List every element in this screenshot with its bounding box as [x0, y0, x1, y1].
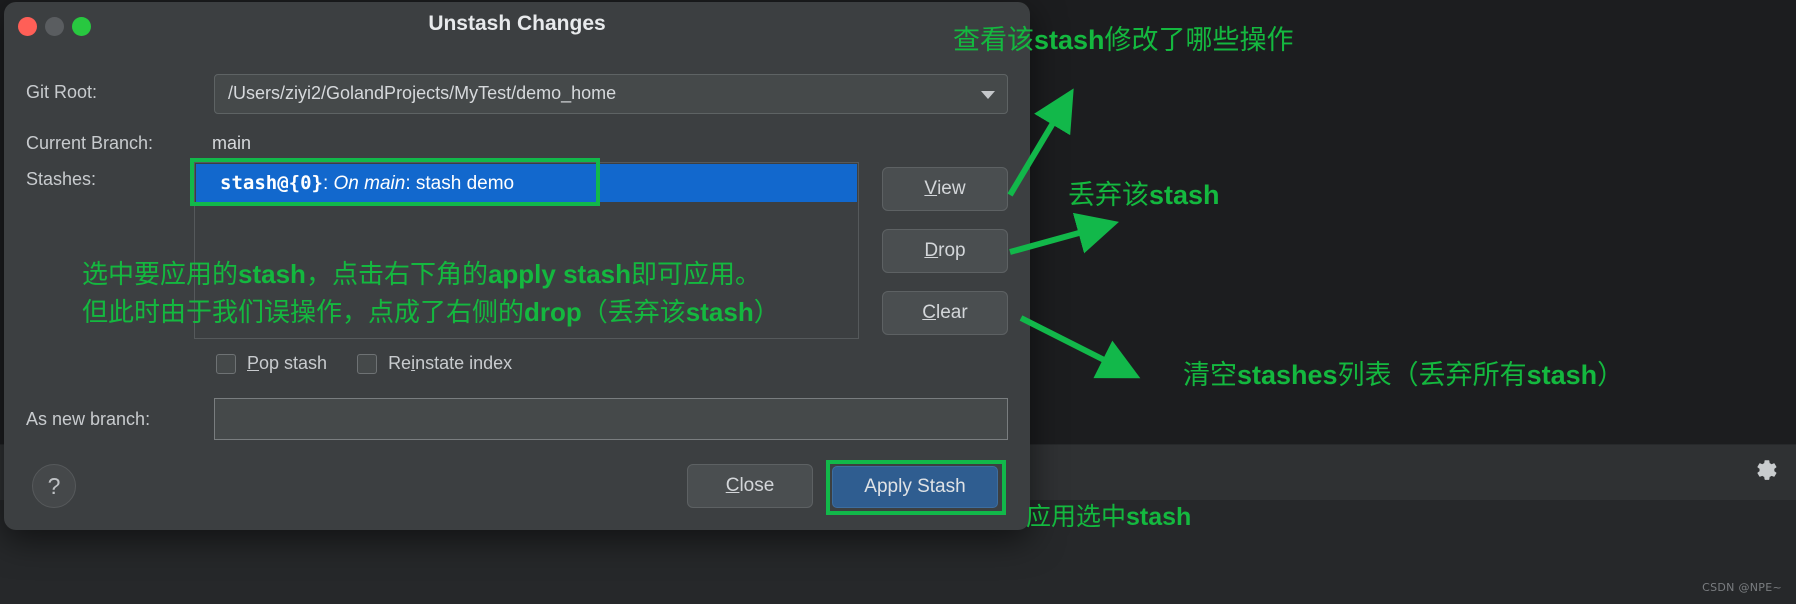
clear-button-mnemonic: C	[922, 302, 937, 323]
reinstate-index-text: nstate index	[415, 353, 513, 373]
anno-sel-1-post: 即可应用。	[631, 259, 762, 289]
checkbox-box[interactable]	[357, 353, 378, 374]
pop-stash-checkbox[interactable]: Pop stash	[216, 353, 327, 374]
anno-view-pre: 查看该	[953, 25, 1034, 55]
stash-branch: On main	[333, 172, 406, 194]
anno-apply-bold: stash	[1126, 503, 1192, 531]
annotation-view: 查看该stash修改了哪些操作	[953, 18, 1294, 57]
stashes-label: Stashes:	[26, 169, 97, 189]
dialog-title: Unstash Changes	[428, 12, 606, 35]
clear-button[interactable]: Clear	[882, 291, 1008, 335]
anno-apply-pre: 应用选中	[1026, 503, 1127, 531]
git-root-label: Git Root:	[26, 82, 98, 102]
current-branch-value: main	[212, 133, 252, 153]
pop-stash-mnemonic: P	[247, 353, 260, 373]
annotation-select-line2: 但此时由于我们误操作，点成了右侧的drop（丢弃该stash）	[82, 293, 780, 331]
git-root-value: /Users/ziyi2/GolandProjects/MyTest/demo_…	[228, 83, 617, 103]
close-button-mnemonic: C	[725, 475, 740, 496]
anno-drop-pre: 丢弃该	[1068, 180, 1149, 210]
anno-sel-2-post: ）	[753, 297, 780, 327]
stash-sep-1: :	[322, 172, 334, 194]
checkbox-box[interactable]	[216, 353, 236, 374]
stash-sep-2: :	[405, 172, 416, 194]
anno-sel-1-bold: stash	[238, 259, 306, 289]
anno-sel-2-bold: drop	[524, 297, 582, 327]
anno-clear-bold: stashes	[1237, 360, 1338, 390]
drop-button-mnemonic: D	[924, 240, 939, 261]
help-button[interactable]: ?	[32, 464, 76, 508]
reinstate-index-label: Reinstate index	[388, 353, 512, 374]
annotation-clear: 清空stashes列表（丢弃所有stash）	[1183, 353, 1624, 392]
view-button[interactable]: View	[882, 167, 1008, 211]
view-button-label: iew	[937, 178, 966, 199]
apply-stash-button[interactable]: Apply Stash	[832, 466, 998, 508]
dialog-titlebar: Unstash Changes	[4, 2, 1030, 52]
close-button-label: lose	[739, 475, 775, 496]
annotation-apply: 应用选中stash	[1026, 497, 1191, 533]
anno-view-bold: stash	[1034, 25, 1105, 55]
annotation-select-stash: 选中要应用的stash，点击右下角的apply stash即可应用。 但此时由于…	[82, 255, 780, 331]
anno-clear-bold2: stash	[1526, 360, 1598, 390]
anno-sel-2-bold2: stash	[685, 297, 754, 327]
anno-sel-1-bold2: apply stash	[487, 259, 632, 289]
pop-stash-label: Pop stash	[247, 353, 327, 374]
git-root-combobox[interactable]: /Users/ziyi2/GolandProjects/MyTest/demo_…	[214, 74, 1008, 114]
list-item[interactable]: stash@{0}: On main: stash demo	[196, 164, 857, 202]
gear-icon[interactable]	[1752, 456, 1780, 484]
annotation-drop: 丢弃该stash	[1068, 173, 1220, 212]
unstash-changes-dialog: Unstash Changes Git Root: /Users/ziyi2/G…	[4, 2, 1030, 530]
anno-sel-2-mid: （丢弃该	[581, 297, 686, 327]
current-branch-label: Current Branch:	[26, 133, 154, 153]
anno-clear-pre: 清空	[1183, 360, 1237, 390]
anno-view-post: 修改了哪些操作	[1104, 25, 1294, 55]
reinstate-index-checkbox[interactable]: Reinstate index	[357, 353, 512, 374]
stash-message: stash demo	[415, 172, 515, 194]
drop-button[interactable]: Drop	[882, 229, 1008, 273]
anno-drop-bold: stash	[1149, 180, 1220, 210]
clear-button-label: lear	[936, 302, 968, 323]
anno-sel-2-pre: 但此时由于我们误操作，点成了右侧的	[82, 297, 525, 327]
pop-stash-text: op stash	[259, 353, 328, 373]
chevron-down-icon[interactable]	[981, 91, 995, 99]
anno-sel-1-pre: 选中要应用的	[82, 259, 239, 289]
annotation-select-line1: 选中要应用的stash，点击右下角的apply stash即可应用。	[82, 255, 780, 293]
anno-sel-1-mid: ，点击右下角的	[305, 259, 488, 289]
anno-clear-mid: 列表（丢弃所有	[1337, 360, 1527, 390]
options-row: Pop stash Reinstate index	[216, 353, 512, 374]
stash-id: stash@{0}	[220, 171, 323, 194]
close-button[interactable]: Close	[687, 464, 813, 508]
reinstate-index-pre: Re	[388, 353, 412, 373]
anno-clear-post: ）	[1597, 360, 1625, 390]
drop-button-label: rop	[938, 240, 966, 261]
as-new-branch-input[interactable]	[214, 398, 1008, 440]
view-button-mnemonic: V	[924, 178, 938, 199]
as-new-branch-label: As new branch:	[26, 409, 151, 429]
stash-item-text: stash@{0}: On main: stash demo	[220, 172, 514, 195]
csdn-watermark: CSDN @NPE~	[1702, 581, 1782, 594]
